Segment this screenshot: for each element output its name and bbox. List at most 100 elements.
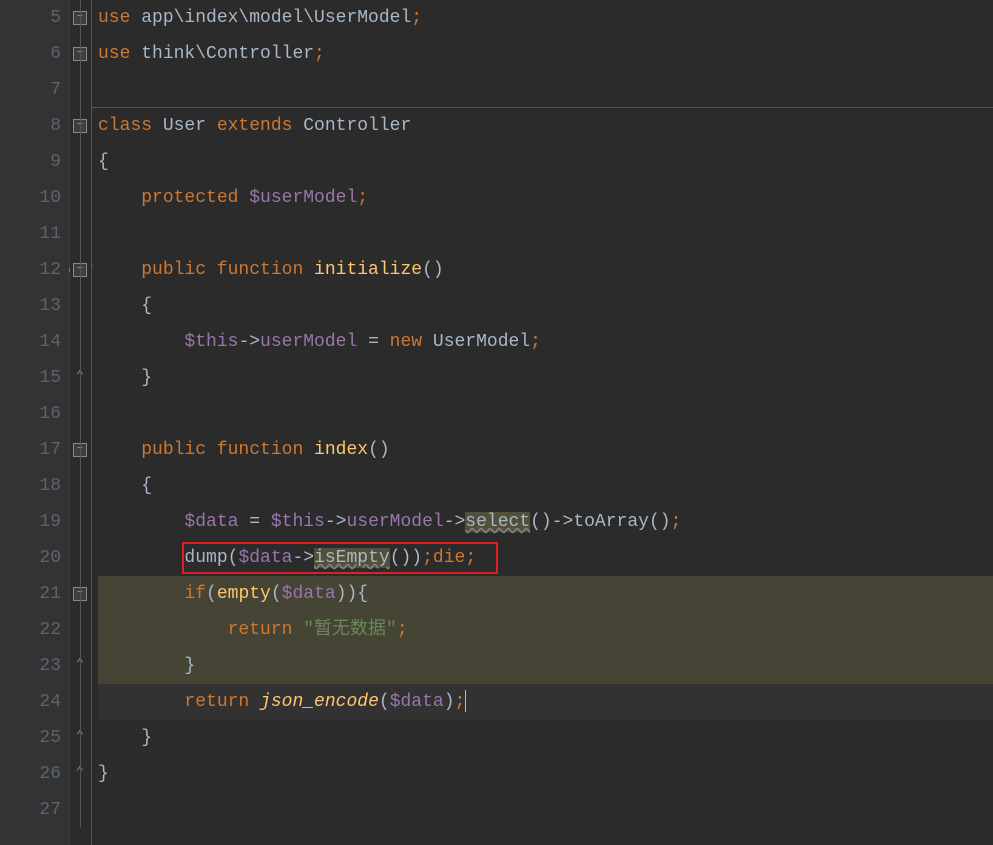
- code-area[interactable]: use app\index\model\UserModel;use think\…: [92, 0, 993, 845]
- code-token: ;: [465, 548, 476, 568]
- code-line[interactable]: $data = $this->userModel->select()->toAr…: [98, 504, 993, 540]
- code-token: return: [184, 692, 260, 712]
- code-token: if: [184, 584, 206, 604]
- code-line[interactable]: protected $userModel;: [98, 180, 993, 216]
- code-line[interactable]: if(empty($data)){: [98, 576, 993, 612]
- code-line[interactable]: public function initialize(): [98, 252, 993, 288]
- code-line[interactable]: dump($data->isEmpty());die;: [98, 540, 993, 576]
- code-token: }: [98, 368, 152, 388]
- code-line[interactable]: [98, 216, 993, 252]
- code-token: public function: [141, 440, 314, 460]
- line-number[interactable]: 15: [0, 360, 61, 396]
- code-line[interactable]: {: [98, 144, 993, 180]
- code-token: select: [465, 512, 530, 532]
- code-token: ;: [530, 332, 541, 352]
- line-number[interactable]: 6: [0, 36, 61, 72]
- line-number[interactable]: 18: [0, 468, 61, 504]
- line-gutter[interactable]: 5678910111213141516171819202122232425262…: [0, 0, 70, 845]
- code-token: (: [379, 692, 390, 712]
- line-number[interactable]: 17: [0, 432, 61, 468]
- code-token: [98, 188, 141, 208]
- code-token: die: [433, 548, 465, 568]
- code-token: initialize: [314, 260, 422, 280]
- code-token: (: [206, 584, 217, 604]
- code-token: new: [390, 332, 433, 352]
- code-line[interactable]: }: [98, 720, 993, 756]
- line-number[interactable]: 8: [0, 108, 61, 144]
- line-number[interactable]: 23: [0, 648, 61, 684]
- code-token: ;: [455, 692, 466, 712]
- code-token: empty: [217, 584, 271, 604]
- code-line[interactable]: use think\Controller;: [98, 36, 993, 72]
- line-number[interactable]: 26: [0, 756, 61, 792]
- code-token: }: [98, 656, 195, 676]
- code-token: index: [314, 440, 368, 460]
- code-token: (: [271, 584, 282, 604]
- line-number[interactable]: 27: [0, 792, 61, 828]
- line-number[interactable]: 9: [0, 144, 61, 180]
- code-token: [98, 332, 184, 352]
- code-token: $userModel: [249, 188, 357, 208]
- code-line[interactable]: {: [98, 288, 993, 324]
- code-token: [98, 548, 184, 568]
- code-token: Controller: [303, 116, 411, 136]
- code-token: protected: [141, 188, 249, 208]
- code-token: =: [357, 332, 389, 352]
- line-number[interactable]: 7: [0, 72, 61, 108]
- line-number[interactable]: 21: [0, 576, 61, 612]
- code-line[interactable]: [98, 792, 993, 828]
- line-number[interactable]: 25: [0, 720, 61, 756]
- code-token: =: [238, 512, 270, 532]
- code-line[interactable]: return json_encode($data);: [98, 684, 993, 720]
- line-number[interactable]: 14: [0, 324, 61, 360]
- code-token: $this: [271, 512, 325, 532]
- code-token: ->: [292, 548, 314, 568]
- code-line[interactable]: class User extends Controller: [98, 108, 993, 144]
- line-number[interactable]: 24: [0, 684, 61, 720]
- code-token: use: [98, 44, 141, 64]
- code-line[interactable]: }: [98, 648, 993, 684]
- code-token: class: [98, 116, 163, 136]
- text-caret: [465, 690, 466, 712]
- line-number[interactable]: 10: [0, 180, 61, 216]
- code-token: think\Controller: [141, 44, 314, 64]
- code-line[interactable]: $this->userModel = new UserModel;: [98, 324, 993, 360]
- line-number[interactable]: 12: [0, 252, 61, 288]
- code-token: return: [228, 620, 304, 640]
- line-number[interactable]: 11: [0, 216, 61, 252]
- code-token: app\index\model\UserModel: [141, 8, 411, 28]
- code-token: [98, 440, 141, 460]
- line-number[interactable]: 20: [0, 540, 61, 576]
- fold-column[interactable]: ⌃⌃⌃⌃: [70, 0, 92, 845]
- line-number[interactable]: 19: [0, 504, 61, 540]
- line-number[interactable]: 22: [0, 612, 61, 648]
- code-token: User: [163, 116, 217, 136]
- code-token: {: [98, 476, 152, 496]
- line-number[interactable]: 5: [0, 0, 61, 36]
- line-number[interactable]: 13: [0, 288, 61, 324]
- code-token: ()): [390, 548, 422, 568]
- code-token: userModel: [260, 332, 357, 352]
- code-token: {: [98, 152, 109, 172]
- code-line[interactable]: }: [98, 756, 993, 792]
- code-line[interactable]: public function index(): [98, 432, 993, 468]
- code-line[interactable]: [98, 72, 993, 108]
- code-token: [98, 620, 228, 640]
- code-line[interactable]: }: [98, 360, 993, 396]
- code-line[interactable]: [98, 396, 993, 432]
- code-token: ): [444, 692, 455, 712]
- code-token: public function: [141, 260, 314, 280]
- code-line[interactable]: use app\index\model\UserModel;: [98, 0, 993, 36]
- code-token: (): [422, 260, 444, 280]
- code-token: userModel: [346, 512, 443, 532]
- code-token: ->: [325, 512, 347, 532]
- code-token: [98, 692, 184, 712]
- code-token: "暂无数据": [303, 620, 397, 640]
- line-number[interactable]: 16: [0, 396, 61, 432]
- code-line[interactable]: return "暂无数据";: [98, 612, 993, 648]
- code-token: ;: [397, 620, 408, 640]
- code-token: {: [98, 296, 152, 316]
- code-line[interactable]: {: [98, 468, 993, 504]
- code-token: json_encode: [260, 692, 379, 712]
- code-token: [98, 512, 184, 532]
